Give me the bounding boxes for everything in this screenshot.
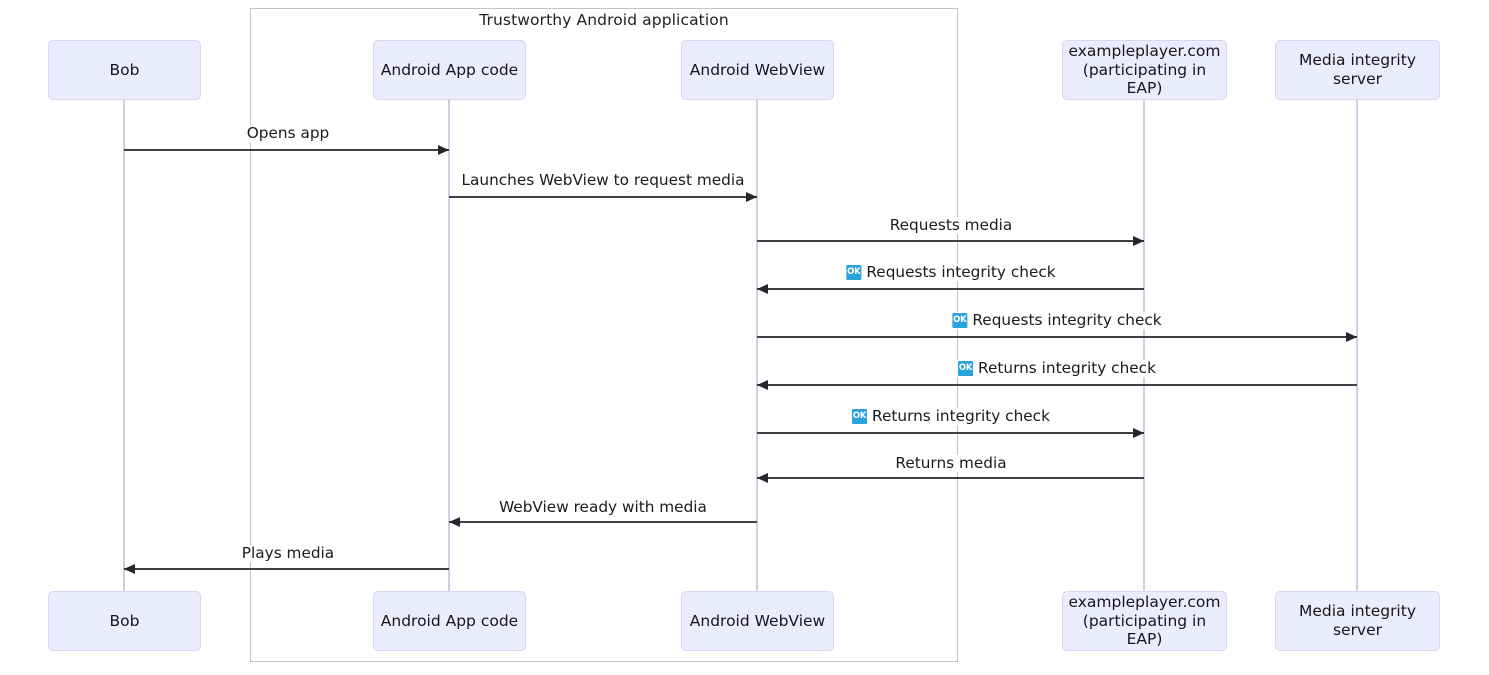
arrow-head-right-icon [1346, 331, 1357, 342]
participant-android-app-code-bottom[interactable]: Android App code [373, 591, 526, 651]
participant-bob-bottom[interactable]: Bob [48, 591, 201, 651]
participant-label: Android App code [380, 60, 519, 79]
group-box-trustworthy-android-application [250, 8, 958, 662]
message-label-opens-app: Opens app [243, 124, 333, 142]
participant-exampleplayer-top[interactable]: exampleplayer.com (participating in EAP) [1062, 40, 1227, 100]
arrow-head-left-icon [757, 379, 768, 390]
lifeline-android-webview [756, 100, 758, 591]
message-text: Returns integrity check [978, 359, 1156, 377]
message-line-returns-integrity-check-2 [757, 432, 1144, 434]
ok-badge-icon: OK [952, 312, 968, 328]
message-label-requests-integrity-check-1: OK Requests integrity check [843, 263, 1059, 281]
arrow-head-right-icon [746, 191, 757, 202]
message-line-requests-integrity-check-2 [757, 336, 1357, 338]
participant-bob-top[interactable]: Bob [48, 40, 201, 100]
lifeline-exampleplayer [1143, 100, 1145, 591]
message-text: Opens app [246, 124, 330, 142]
message-line-requests-integrity-check-1 [757, 288, 1144, 290]
message-label-webview-ready: WebView ready with media [496, 499, 710, 516]
participant-label: Bob [109, 611, 140, 630]
participant-label: Android WebView [689, 611, 826, 630]
message-text: Returns media [895, 454, 1007, 472]
ok-badge-icon: OK [852, 408, 868, 424]
message-label-returns-media: Returns media [892, 454, 1010, 472]
message-text: Plays media [241, 544, 335, 562]
message-label-launches-webview: Launches WebView to request media [458, 171, 748, 189]
arrow-head-left-icon [757, 472, 768, 483]
message-line-opens-app [124, 149, 449, 151]
message-line-returns-media [757, 477, 1144, 479]
lifeline-media-integrity-server [1356, 100, 1358, 591]
participant-label: Media integrity server [1299, 51, 1416, 88]
arrow-head-right-icon [1133, 427, 1144, 438]
participant-label: Media integrity server [1299, 602, 1416, 639]
ok-badge-icon: OK [846, 264, 862, 280]
participant-label: Android WebView [689, 60, 826, 79]
message-text: WebView ready with media [499, 498, 707, 516]
participant-exampleplayer-bottom[interactable]: exampleplayer.com (participating in EAP) [1062, 591, 1227, 651]
message-line-webview-ready [449, 521, 757, 523]
participant-android-webview-top[interactable]: Android WebView [681, 40, 834, 100]
participant-label: exampleplayer.com (participating in EAP) [1068, 41, 1221, 98]
message-line-plays-media [124, 568, 449, 570]
participant-label: exampleplayer.com (participating in EAP) [1068, 592, 1221, 649]
message-text: Returns integrity check [872, 407, 1050, 425]
arrow-head-left-icon [757, 283, 768, 294]
participant-label: Android App code [380, 611, 519, 630]
message-text: Requests integrity check [866, 263, 1056, 281]
arrow-head-right-icon [1133, 235, 1144, 246]
message-label-requests-media: Requests media [886, 216, 1016, 234]
message-label-requests-integrity-check-2: OK Requests integrity check [949, 311, 1165, 329]
participant-label: Bob [109, 60, 140, 79]
message-text: Launches WebView to request media [461, 171, 745, 189]
participant-media-integrity-server-top[interactable]: Media integrity server [1275, 40, 1440, 100]
arrow-head-left-icon [124, 563, 135, 574]
participant-android-app-code-top[interactable]: Android App code [373, 40, 526, 100]
message-text: Requests integrity check [972, 311, 1162, 329]
arrow-head-right-icon [438, 144, 449, 155]
message-line-requests-media [757, 240, 1144, 242]
participant-media-integrity-server-bottom[interactable]: Media integrity server [1275, 591, 1440, 651]
ok-badge-icon: OK [958, 360, 974, 376]
group-box-title: Trustworthy Android application [479, 11, 729, 29]
message-line-launches-webview [449, 196, 757, 198]
sequence-diagram: Trustworthy Android application Bob Andro… [0, 0, 1489, 675]
participant-android-webview-bottom[interactable]: Android WebView [681, 591, 834, 651]
message-label-returns-integrity-check-2: OK Returns integrity check [849, 408, 1053, 425]
message-label-returns-integrity-check-1: OK Returns integrity check [955, 360, 1159, 377]
message-text: Requests media [889, 216, 1013, 234]
arrow-head-left-icon [449, 516, 460, 527]
message-label-plays-media: Plays media [238, 544, 338, 562]
lifeline-bob [123, 100, 125, 591]
message-line-returns-integrity-check-1 [757, 384, 1357, 386]
